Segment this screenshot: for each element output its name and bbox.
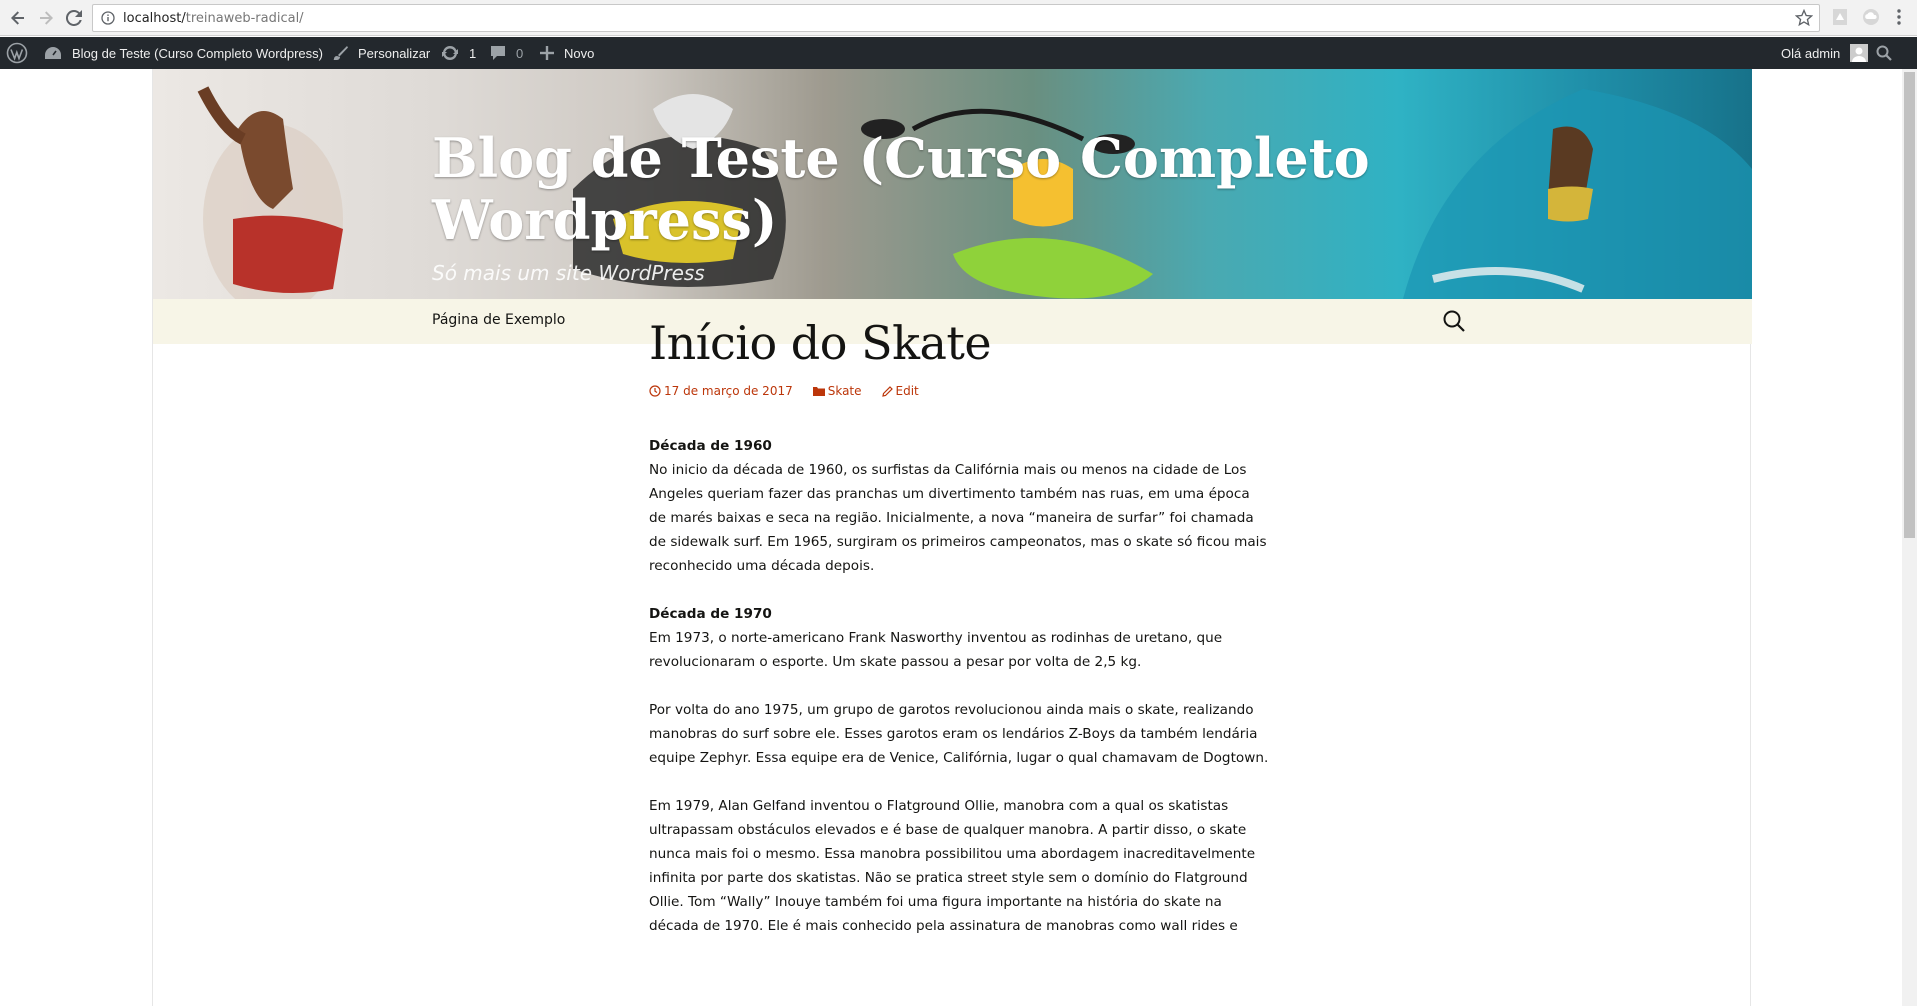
post-edit-label: Edit — [895, 384, 919, 398]
post-date: 17 de março de 2017 — [664, 384, 793, 398]
pencil-icon — [881, 385, 893, 397]
wp-admin-bar: Blog de Teste (Curso Completo Wordpress)… — [0, 37, 1917, 69]
back-button[interactable] — [6, 6, 30, 30]
admin-new-link[interactable]: Novo — [540, 37, 594, 69]
plus-icon — [540, 46, 554, 60]
cloud-extension-icon[interactable] — [1862, 8, 1880, 31]
admin-greeting: Olá admin — [1781, 45, 1841, 61]
avatar — [1850, 44, 1869, 62]
page-scrollbar[interactable] — [1902, 69, 1917, 1006]
arrow-left-icon — [11, 11, 24, 25]
reload-button[interactable] — [62, 6, 86, 30]
admin-search-button[interactable] — [1876, 37, 1892, 69]
admin-new-label: Novo — [564, 45, 595, 61]
post-category: Skate — [827, 384, 862, 398]
search-icon — [1443, 310, 1465, 332]
comment-bubble-icon — [491, 46, 505, 60]
site-description: Só mais um site WordPress — [432, 261, 705, 285]
browser-toolbar: localhost/treinaweb-radical/ — [0, 0, 1917, 36]
updates-icon — [442, 46, 458, 60]
url-text: localhost/treinaweb-radical/ — [123, 11, 304, 26]
content-paragraph: Em 1979, Alan Gelfand inventou o Flatgro… — [649, 798, 1256, 934]
url-host: localhost/ — [123, 11, 186, 26]
scrollbar-thumb[interactable] — [1904, 72, 1915, 538]
admin-comments-link[interactable]: 0 — [490, 37, 523, 69]
post-content: Década de 1960 No inicio da década de 19… — [649, 434, 1269, 962]
admin-updates-count: 1 — [469, 45, 477, 61]
dashboard-icon — [45, 47, 61, 59]
wp-logo-button[interactable] — [6, 37, 28, 69]
info-icon[interactable] — [101, 11, 115, 30]
reload-icon — [66, 10, 82, 26]
admin-site-name: Blog de Teste (Curso Completo Wordpress) — [72, 45, 323, 61]
site-title[interactable]: Blog de Teste (Curso Completo Wordpress) — [432, 127, 1432, 251]
folder-icon — [812, 387, 825, 396]
more-menu-icon[interactable] — [1896, 8, 1902, 31]
header-image[interactable]: Blog de Teste (Curso Completo Wordpress)… — [153, 69, 1752, 299]
admin-customize-label: Personalizar — [358, 45, 431, 61]
section-heading: Década de 1960 — [649, 438, 772, 454]
nav-item-pagina-de-exemplo[interactable]: Página de Exemplo — [432, 312, 565, 328]
post-category-link[interactable]: Skate — [812, 384, 862, 398]
admin-comments-count: 0 — [516, 45, 524, 61]
admin-site-name-link[interactable]: Blog de Teste (Curso Completo Wordpress) — [44, 37, 323, 69]
paintbrush-icon — [333, 46, 348, 60]
address-bar[interactable]: localhost/treinaweb-radical/ — [92, 4, 1820, 32]
arrow-right-icon — [40, 11, 53, 25]
post-date-link[interactable]: 17 de março de 2017 — [649, 384, 793, 398]
admin-updates-link[interactable]: 1 — [441, 37, 476, 69]
section-heading: Década de 1970 — [649, 606, 772, 622]
section-text: Em 1973, o norte-americano Frank Naswort… — [649, 630, 1223, 670]
content-section-1960: Década de 1960 No inicio da década de 19… — [649, 434, 1269, 578]
star-icon[interactable] — [1794, 8, 1814, 32]
content-section-1970: Década de 1970 Em 1973, o norte-american… — [649, 602, 1269, 674]
content-paragraph: Por volta do ano 1975, um grupo de garot… — [649, 702, 1269, 766]
section-text: No inicio da década de 1960, os surfista… — [649, 462, 1267, 574]
forward-button[interactable] — [34, 6, 58, 30]
wordpress-logo-icon — [6, 42, 28, 64]
admin-customize-link[interactable]: Personalizar — [332, 37, 430, 69]
clock-icon — [649, 385, 661, 397]
post-meta: 17 de março de 2017 Skate Edit — [649, 384, 919, 398]
url-path: treinaweb-radical/ — [185, 11, 304, 26]
post-title[interactable]: Início do Skate — [649, 316, 992, 370]
site-search-button[interactable] — [1442, 309, 1466, 338]
pdf-extension-icon[interactable] — [1832, 8, 1848, 31]
post-edit-link[interactable]: Edit — [881, 384, 919, 398]
admin-account-link[interactable]: Olá admin — [1781, 37, 1869, 69]
search-icon — [1876, 45, 1892, 61]
